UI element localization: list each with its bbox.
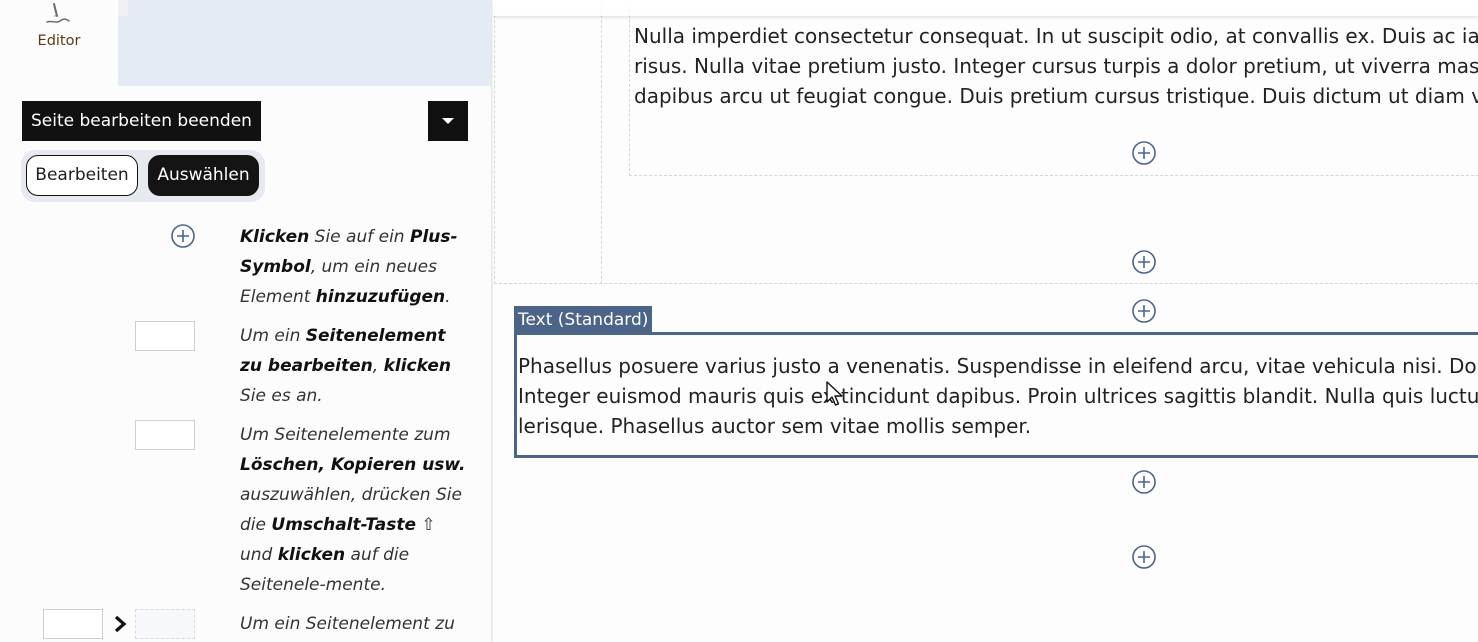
- page-root: Editor Seite bearbeiten beenden Bearbeit…: [0, 0, 1478, 642]
- paragraph-line: lerisque. Phasellus auctor sem vitae mol…: [518, 414, 1032, 438]
- help-text-run: .: [445, 287, 451, 307]
- mode-toggle-group: Bearbeiten Auswählen: [21, 150, 265, 202]
- column-guide: [601, 0, 602, 284]
- paragraph-line: Nulla imperdiet consectetur consequat. I…: [634, 24, 1478, 48]
- top-scroll-fade: [493, 0, 1478, 16]
- text-element-type-label: Text (Standard): [514, 306, 653, 333]
- add-element-button[interactable]: [1131, 249, 1157, 275]
- help-emphasis: Umschalt-Taste: [271, 515, 417, 535]
- help-text-run: Sie es an.: [240, 386, 323, 406]
- element-placeholder-box: [43, 609, 103, 639]
- tab-notch: [118, 0, 128, 16]
- caret-down-icon: [442, 118, 454, 124]
- help-text-edit: Um ein Seitenelement zu bearbeiten, klic…: [240, 321, 470, 411]
- signature-pen-icon: [46, 3, 70, 23]
- text-element-selected[interactable]: Phasellus posuere varius justo a venenat…: [514, 332, 1478, 458]
- top-text-paragraph[interactable]: Nulla imperdiet consectetur consequat. I…: [634, 21, 1478, 111]
- paragraph-line: Integer euismod mauris quis ex tincidunt…: [518, 384, 1478, 408]
- mouse-cursor-icon: [826, 381, 843, 406]
- help-emphasis: klicken: [277, 545, 346, 565]
- tab-header-area: [118, 0, 491, 86]
- help-text-add: Klicken Sie auf ein Plus-Symbol, um ein …: [240, 222, 470, 312]
- add-element-button[interactable]: [1131, 544, 1157, 570]
- help-text-run: Sie auf ein: [309, 227, 410, 247]
- mode-select-button[interactable]: Auswählen: [148, 155, 259, 196]
- paragraph-line: dapibus arcu ut feugiat congue. Duis pre…: [634, 84, 1478, 108]
- tab-editor-label: Editor: [37, 33, 81, 49]
- add-element-button[interactable]: [1131, 140, 1157, 166]
- paragraph-line: risus. Nulla vitae pretium justo. Intege…: [634, 54, 1478, 78]
- add-element-button[interactable]: [1131, 469, 1157, 495]
- drop-target-placeholder: [135, 609, 195, 639]
- tab-editor[interactable]: Editor: [0, 0, 118, 86]
- mode-edit-button[interactable]: Bearbeiten: [26, 155, 138, 196]
- help-text-move: Um ein Seitenelement zu: [240, 609, 470, 639]
- help-emphasis: hinzuzufügen: [315, 287, 446, 307]
- page-canvas: Nulla imperdiet consectetur consequat. I…: [493, 0, 1478, 642]
- help-text-run: Um ein: [240, 326, 306, 346]
- add-element-button[interactable]: [1131, 298, 1157, 324]
- plus-circle-icon: [171, 224, 195, 248]
- text-element-paragraph: Phasellus posuere varius justo a venenat…: [518, 351, 1478, 441]
- help-text-run: ,: [372, 356, 384, 376]
- chevron-right-icon: [114, 615, 127, 633]
- help-emphasis: klicken: [383, 356, 451, 376]
- editor-sidebar: Editor Seite bearbeiten beenden Bearbeit…: [0, 0, 492, 642]
- element-placeholder-box: [135, 420, 195, 450]
- paragraph-line: Phasellus posuere varius justo a venenat…: [518, 354, 1478, 378]
- help-text-run: Um ein Seitenelement zu: [240, 614, 455, 634]
- help-emphasis: Löschen, Kopieren usw.: [240, 455, 466, 475]
- help-text-run: Um Seitenelemente zum: [240, 425, 451, 445]
- help-emphasis: Klicken: [240, 227, 310, 247]
- help-text-select: Um Seitenelemente zum Löschen, Kopieren …: [240, 420, 470, 600]
- exit-edit-button[interactable]: Seite bearbeiten beenden: [22, 101, 261, 141]
- exit-options-dropdown[interactable]: [428, 101, 468, 141]
- element-placeholder-box: [135, 321, 195, 351]
